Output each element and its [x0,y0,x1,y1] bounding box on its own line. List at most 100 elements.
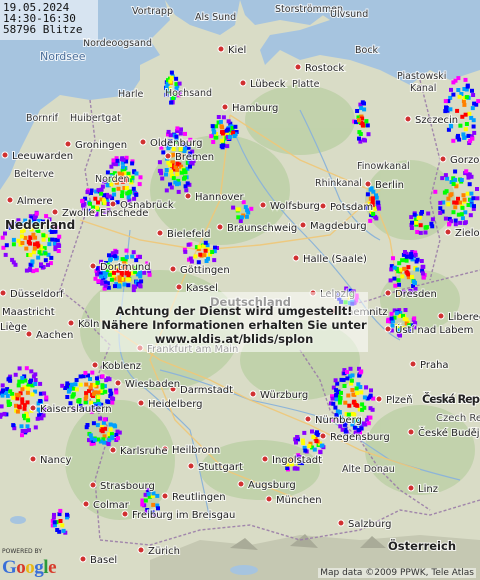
lightning-strike [58,519,63,523]
lightning-strike [95,423,100,428]
lightning-strike [370,196,375,201]
lightning-strike [370,407,375,412]
google-logo[interactable]: Google [2,557,56,579]
lightning-strike [49,255,54,260]
city-marker-berlin [364,180,372,188]
lightning-strike [169,75,174,80]
lightning-strike [406,265,411,270]
lightning-strike [351,400,356,405]
lightning-strike [42,391,47,396]
lightning-strike [90,370,95,375]
lightning-strike [100,383,105,388]
lightning-strike [301,441,306,445]
place-label-bremen: Bremen [175,152,214,163]
lightning-strike [102,198,107,203]
place-label-aachen: Aachen [36,330,73,341]
lightning-strike [121,165,125,170]
city-marker-karlsruhe [109,446,117,454]
lightning-strike [445,176,450,181]
lightning-strike [106,442,111,447]
lightning-strike [218,119,223,124]
lightning-strike [137,254,142,259]
lightning-strike [140,498,145,503]
lightning-strike [24,366,29,371]
lightning-strike [113,284,117,289]
place-label-praha: Praha [420,360,449,371]
lightning-strike [464,169,469,174]
lightning-strike [20,376,25,380]
lightning-strike [131,284,136,289]
lightning-strike [130,161,135,166]
lightning-strike [16,238,21,243]
lightning-strike [339,377,344,382]
place-label-almere: Almere [17,196,53,207]
lightning-strike [414,259,419,264]
lightning-strike [33,382,38,386]
place-label-w-rzburg: Würzburg [260,390,308,401]
lightning-strike [342,384,347,388]
lightning-strike [359,390,364,395]
place-label-dresden: Dresden [395,289,437,300]
lightning-strike [138,175,143,180]
lightning-strike [185,181,190,186]
lightning-strike [25,424,30,429]
lightning-strike [70,382,74,387]
lightning-strike [3,231,7,236]
city-marker-augsburg [237,480,245,488]
city-marker-l-beck [239,79,247,87]
city-marker-leeuwarden [1,151,9,159]
lightning-strike [350,373,355,378]
lightning-strike [470,106,475,111]
lightning-strike [362,395,367,400]
lightning-strike [107,194,112,199]
lightning-strike [347,403,352,408]
lightning-strike [44,395,49,400]
lightning-strike [115,158,120,163]
lightning-strike [60,383,65,388]
lightning-strike [212,258,217,263]
lightning-strike [368,393,373,398]
lightning-strike [100,427,105,432]
lightning-strike [315,430,319,435]
lightning-strike [334,388,339,393]
notice-line-3[interactable]: www.aldis.at/blids/splon [86,332,382,346]
lightning-strike [359,369,364,374]
lightning-strike [449,87,453,92]
place-label-heilbronn: Heilbronn [172,445,220,456]
lightning-strike [28,241,33,246]
lightning-strike [471,124,476,129]
lightning-strike [173,180,178,185]
lightning-strike [87,389,91,394]
place-label-hannover: Hannover [195,192,245,203]
lightning-strike [38,399,43,403]
lightning-strike [331,401,336,406]
lightning-strike [0,404,4,409]
lightning-strike [203,240,208,245]
lightning-strike [468,139,473,143]
map-attribution: Map data ©2009 PPWK, Tele Atlas [318,568,476,578]
lightning-strike [99,274,104,279]
lightning-strike [24,268,29,273]
lightning-strike [179,127,183,132]
lightning-strike [120,190,125,195]
lightning-strike [209,134,214,139]
lightning-strike [198,252,203,257]
city-marker-szczecin [404,115,412,123]
lightning-strike [114,390,119,395]
lightning-strike [157,160,162,165]
city-marker-rostock [294,63,302,71]
lightning-strike [84,425,89,430]
city-marker-zwolle [51,208,59,216]
lightning-strike [31,269,36,274]
notice-text: Achtung der Dienst wird umgestellt! Nähe… [86,304,382,346]
lightning-strike [61,528,66,533]
lightning-strike [36,255,41,260]
place-label-bornrif: Bornrif [26,113,59,124]
lightning-strike [362,101,366,106]
lightning-strike [355,391,360,396]
weather-map[interactable]: VortrappAls SundStorströmmenUlvsundNords… [0,0,480,580]
lightning-strike [176,181,181,186]
place-label-li-ge: Liège [0,321,27,333]
place-label-rhinkanal: Rhinkanal [315,178,362,189]
place-label-augsburg: Augsburg [248,480,296,491]
